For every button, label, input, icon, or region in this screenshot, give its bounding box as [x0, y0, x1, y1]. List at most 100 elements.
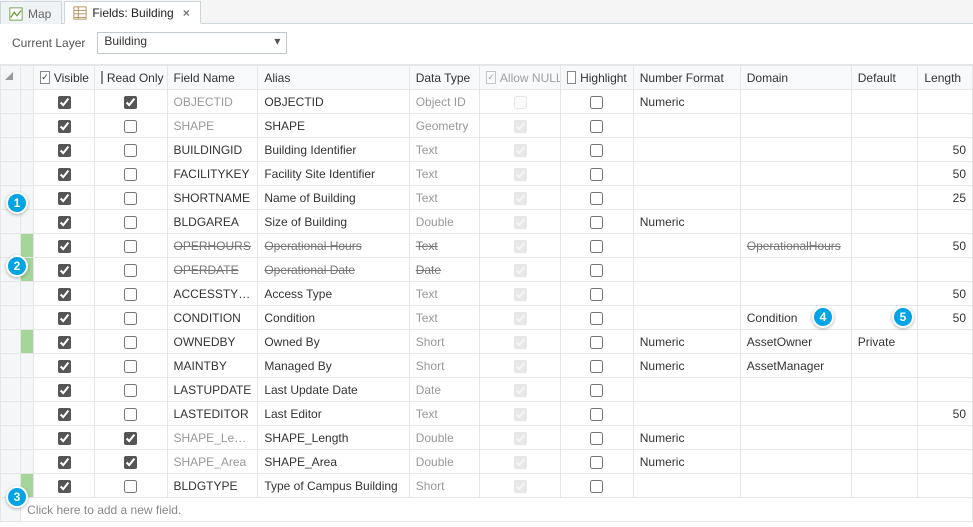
cell-alias[interactable]: SHAPE_Length	[258, 426, 409, 450]
highlight-checkbox[interactable]	[590, 408, 603, 421]
cell-domain[interactable]	[740, 402, 851, 426]
cell-highlight[interactable]	[561, 90, 634, 114]
cell-numberformat[interactable]	[633, 114, 740, 138]
row-header[interactable]	[1, 330, 21, 354]
cell-readonly[interactable]	[94, 186, 167, 210]
cell-fieldname[interactable]: BUILDINGID	[167, 138, 258, 162]
cell-visible[interactable]	[34, 378, 95, 402]
header-fieldname[interactable]: Field Name	[167, 66, 258, 90]
cell-domain[interactable]	[740, 474, 851, 498]
cell-datatype[interactable]: Text	[409, 234, 480, 258]
cell-length[interactable]: 50	[918, 138, 973, 162]
table-row[interactable]: OBJECTID OBJECTID Object ID Numeric	[1, 90, 973, 114]
row-header[interactable]	[1, 282, 21, 306]
cell-numberformat[interactable]	[633, 282, 740, 306]
cell-length[interactable]	[918, 426, 973, 450]
row-header[interactable]	[1, 354, 21, 378]
readonly-checkbox[interactable]	[124, 96, 137, 109]
readonly-checkbox[interactable]	[124, 408, 137, 421]
cell-alias[interactable]: OBJECTID	[258, 90, 409, 114]
highlight-checkbox[interactable]	[590, 96, 603, 109]
cell-length[interactable]	[918, 330, 973, 354]
cell-numberformat[interactable]: Numeric	[633, 354, 740, 378]
cell-length[interactable]	[918, 90, 973, 114]
cell-readonly[interactable]	[94, 474, 167, 498]
cell-datatype[interactable]: Object ID	[409, 90, 480, 114]
cell-length[interactable]: 25	[918, 186, 973, 210]
cell-allownull[interactable]	[480, 234, 561, 258]
cell-visible[interactable]	[34, 234, 95, 258]
cell-visible[interactable]	[34, 450, 95, 474]
highlight-checkbox[interactable]	[590, 336, 603, 349]
visible-checkbox[interactable]	[58, 336, 71, 349]
new-field-text[interactable]: Click here to add a new field.	[21, 498, 973, 522]
header-numberformat[interactable]: Number Format	[633, 66, 740, 90]
highlight-checkbox[interactable]	[590, 456, 603, 469]
cell-highlight[interactable]	[561, 138, 634, 162]
cell-highlight[interactable]	[561, 162, 634, 186]
cell-allownull[interactable]	[480, 474, 561, 498]
cell-visible[interactable]	[34, 138, 95, 162]
highlight-checkbox[interactable]	[590, 120, 603, 133]
cell-datatype[interactable]: Short	[409, 354, 480, 378]
cell-readonly[interactable]	[94, 210, 167, 234]
visible-checkbox[interactable]	[58, 288, 71, 301]
cell-alias[interactable]: Name of Building	[258, 186, 409, 210]
cell-highlight[interactable]	[561, 450, 634, 474]
header-domain[interactable]: Domain	[740, 66, 851, 90]
table-row[interactable]: OPERDATE Operational Date Date	[1, 258, 973, 282]
cell-default[interactable]	[851, 210, 918, 234]
cell-readonly[interactable]	[94, 138, 167, 162]
cell-length[interactable]	[918, 450, 973, 474]
row-header[interactable]	[1, 162, 21, 186]
cell-highlight[interactable]	[561, 258, 634, 282]
cell-readonly[interactable]	[94, 234, 167, 258]
cell-domain[interactable]	[740, 138, 851, 162]
readonly-checkbox[interactable]	[124, 456, 137, 469]
cell-alias[interactable]: Building Identifier	[258, 138, 409, 162]
cell-fieldname[interactable]: BLDGTYPE	[167, 474, 258, 498]
tab-fields[interactable]: Fields: Building ×	[64, 1, 200, 24]
cell-datatype[interactable]: Double	[409, 450, 480, 474]
cell-numberformat[interactable]	[633, 162, 740, 186]
cell-domain[interactable]: AssetManager	[740, 354, 851, 378]
cell-highlight[interactable]	[561, 330, 634, 354]
highlight-checkbox[interactable]	[590, 168, 603, 181]
cell-visible[interactable]	[34, 210, 95, 234]
cell-default[interactable]	[851, 378, 918, 402]
cell-default[interactable]	[851, 282, 918, 306]
visible-checkbox[interactable]	[58, 120, 71, 133]
cell-fieldname[interactable]: OPERHOURS	[167, 234, 258, 258]
cell-fieldname[interactable]: LASTUPDATE	[167, 378, 258, 402]
readonly-checkbox[interactable]	[124, 144, 137, 157]
header-visible[interactable]: Visible	[34, 66, 95, 90]
cell-alias[interactable]: Last Editor	[258, 402, 409, 426]
row-header[interactable]	[1, 402, 21, 426]
cell-default[interactable]	[851, 162, 918, 186]
cell-default[interactable]: Private	[851, 330, 918, 354]
cell-domain[interactable]	[740, 282, 851, 306]
cell-fieldname[interactable]: ACCESSTYPE	[167, 282, 258, 306]
cell-alias[interactable]: Operational Date	[258, 258, 409, 282]
visible-checkbox[interactable]	[58, 240, 71, 253]
cell-alias[interactable]: Owned By	[258, 330, 409, 354]
table-row[interactable]: SHAPE SHAPE Geometry	[1, 114, 973, 138]
table-row[interactable]: MAINTBY Managed By Short Numeric AssetMa…	[1, 354, 973, 378]
cell-length[interactable]: 50	[918, 282, 973, 306]
cell-visible[interactable]	[34, 186, 95, 210]
visible-checkbox[interactable]	[58, 456, 71, 469]
cell-default[interactable]	[851, 186, 918, 210]
cell-default[interactable]	[851, 402, 918, 426]
cell-alias[interactable]: SHAPE_Area	[258, 450, 409, 474]
cell-domain[interactable]	[740, 90, 851, 114]
row-header[interactable]	[1, 234, 21, 258]
cell-readonly[interactable]	[94, 426, 167, 450]
header-allownull[interactable]: Allow NULL	[480, 66, 561, 90]
table-row[interactable]: SHORTNAME Name of Building Text 25	[1, 186, 973, 210]
cell-default[interactable]	[851, 354, 918, 378]
cell-numberformat[interactable]: Numeric	[633, 330, 740, 354]
cell-default[interactable]	[851, 450, 918, 474]
cell-default[interactable]	[851, 138, 918, 162]
cell-length[interactable]	[918, 354, 973, 378]
cell-allownull[interactable]	[480, 258, 561, 282]
